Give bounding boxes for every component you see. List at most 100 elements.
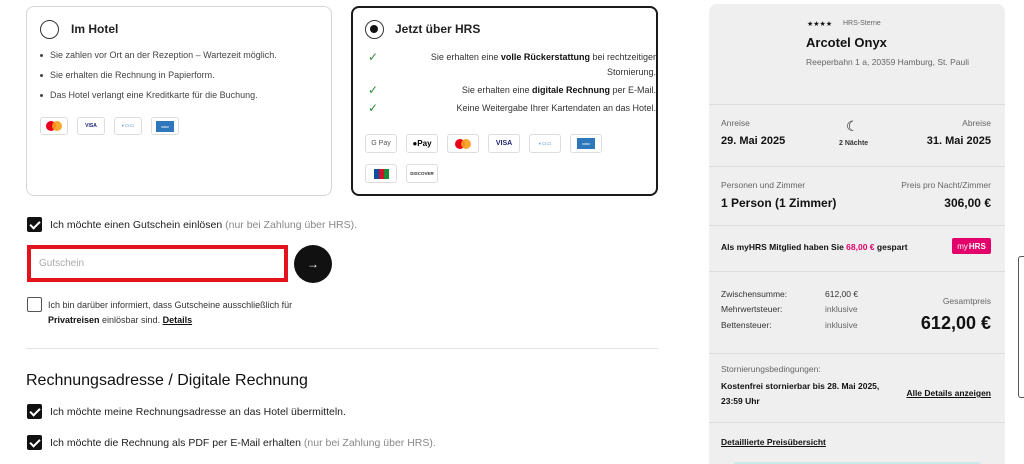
hrs-payment-methods-row1: G Pay ● Pay VISA ◐▭▭ ▭▭ [365,134,602,153]
voucher-checkbox[interactable] [27,217,42,232]
benefit-text: Sie erhalten eine [430,52,501,62]
cancellation-text: Kostenfrei stornierbar bis 28. Mai 2025,… [721,381,880,406]
divider [709,422,1005,423]
divider [709,225,1005,226]
voucher-label-note: (nur bei Zahlung über HRS). [225,219,358,231]
cancellation-details-link[interactable]: Alle Details anzeigen [906,388,991,398]
price-overview-link[interactable]: Detaillierte Preisübersicht [721,437,826,447]
myhrs-badge: my HRS [952,238,991,254]
visa-icon: VISA [77,117,105,135]
list-item: ✓ Keine Weitergabe Ihrer Kartendaten an … [366,101,656,116]
pdf-invoice-label-note: (nur bei Zahlung über HRS). [303,437,436,449]
price-per-night-value: 306,00 € [944,196,991,210]
divider [26,348,658,349]
divider [709,271,1005,272]
amex-icon: ▭▭ [570,134,602,153]
star-rating-icon: ★★★★ [807,21,833,28]
private-travel-checkbox[interactable] [27,297,42,312]
private-travel-text-pre: Ich bin darüber informiert, dass Gutsche… [48,300,293,310]
divider [709,104,1005,105]
hotel-address: Reeperbahn 1 a, 20359 Hamburg, St. Pauli [806,57,970,67]
hotel-name: Arcotel Onyx [806,35,887,50]
billing-section-title: Rechnungsadresse / Digitale Rechnung [26,372,308,389]
list-item: ✓ Sie erhalten eine digitale Rechnung pe… [366,83,656,98]
apple-pay-icon: ● Pay [406,134,438,153]
jcb-icon [365,164,397,183]
benefit-bold: digitale Rechnung [531,85,610,95]
myhrs-savings-pre: Als myHRS Mitglied haben Sie [721,242,847,252]
vat-value: inklusive [825,304,858,314]
arrow-right-icon: → [307,257,319,271]
myhrs-savings-post: gespart [874,242,908,252]
check-icon: ✓ [368,50,379,64]
benefit-text: Sie erhalten eine [461,85,532,95]
visa-icon: VISA [488,134,520,153]
benefit-text: bei rechtzeitiger Stornierung. [589,52,656,77]
private-travel-bold: Privatreisen [48,315,100,325]
total-label: Gesamtpreis [942,296,991,306]
guests-label: Personen und Zimmer [721,180,806,190]
hrs-benefits-list: ✓ Sie erhalten eine volle Rückerstattung… [366,50,656,119]
bedtax-label: Bettensteuer: [721,320,772,330]
divider [709,166,1005,167]
payment-option-hotel-title: Im Hotel [71,22,119,36]
billing-address-checkbox[interactable] [27,404,42,419]
benefit-text: per E-Mail. [609,85,656,95]
arrival-date: 29. Mai 2025 [721,135,786,147]
payment-option-hrs-title: Jetzt über HRS [395,22,481,36]
visa-text: VISA [85,123,97,129]
side-panel-edge[interactable] [1018,256,1024,398]
radio-hrs[interactable] [365,20,384,39]
subtotal-label: Zwischensumme: [721,289,788,299]
check-icon: ✓ [368,83,379,97]
myhrs-savings-text: Als myHRS Mitglied haben Sie 68,00 € ges… [721,242,908,252]
billing-address-label: Ich möchte meine Rechnungsadresse an das… [50,406,346,418]
voucher-checkbox-label: Ich möchte einen Gutschein einlösen (nur… [50,219,357,231]
mastercard-icon [447,134,479,153]
bank-icon: ◐▭▭ [529,134,561,153]
total-price: 612,00 € [920,313,991,333]
list-item: ✓ Sie erhalten eine volle Rückerstattung… [366,50,656,80]
private-travel-text: Ich bin darüber informiert, dass Gutsche… [48,298,348,328]
apple-pay-text: Pay [417,139,432,148]
benefit-text: Keine Weitergabe Ihrer Kartendaten an da… [456,103,656,113]
payment-option-hotel[interactable]: Im Hotel Sie zahlen vor Ort an der Rezep… [26,6,332,196]
divider [709,353,1005,354]
cancellation-label: Stornierungsbedingungen: [721,364,821,374]
pdf-invoice-label-text: Ich möchte die Rechnung als PDF per E-Ma… [50,437,301,449]
benefit-bold: volle Rückerstattung [500,52,590,62]
arrival-label: Anreise [721,118,750,128]
voucher-label-text: Ich möchte einen Gutschein einlösen [50,219,223,231]
subtotal-value: 612,00 € [825,289,859,299]
hotel-info-list: Sie zahlen vor Ort an der Rezeption – Wa… [39,50,277,110]
list-item: Sie erhalten die Rechnung in Papierform. [39,70,277,80]
departure-label: Abreise [962,118,991,128]
voucher-submit-button[interactable]: → [294,245,332,283]
list-item: Sie zahlen vor Ort an der Rezeption – Wa… [39,50,277,60]
guests-value: 1 Person (1 Zimmer) [721,196,837,210]
hrs-payment-methods-row2: DISCOVER [365,164,438,183]
amex-icon: ▭▭ [151,117,179,135]
voucher-input[interactable] [27,245,288,282]
departure-date: 31. Mai 2025 [926,135,991,147]
price-per-night-label: Preis pro Nacht/Zimmer [901,180,991,190]
radio-hotel[interactable] [40,20,59,39]
discover-icon: DISCOVER [406,164,438,183]
mastercard-icon [40,117,68,135]
moon-icon: ☾ [846,118,859,134]
badge-hrs: HRS [968,241,986,251]
booking-summary: ★★★★ HRS-Sterne Arcotel Onyx Reeperbahn … [709,4,1005,464]
hotel-payment-methods: VISA ◐▭▭ ▭▭ [40,117,179,135]
list-item: Das Hotel verlangt eine Kreditkarte für … [39,90,277,100]
bedtax-value: inklusive [825,320,858,330]
payment-option-hrs[interactable]: Jetzt über HRS ✓ Sie erhalten eine volle… [351,6,658,196]
pdf-invoice-label: Ich möchte die Rechnung als PDF per E-Ma… [50,437,436,449]
nights-count: 2 Nächte [839,140,869,147]
check-icon: ✓ [368,101,379,115]
myhrs-savings-amount: 68,00 € [846,242,875,252]
google-pay-icon: G Pay [365,134,397,153]
details-link[interactable]: Details [163,315,193,325]
pdf-invoice-checkbox[interactable] [27,435,42,450]
bank-icon: ◐▭▭ [114,117,142,135]
stars-label: HRS-Sterne [843,20,881,27]
